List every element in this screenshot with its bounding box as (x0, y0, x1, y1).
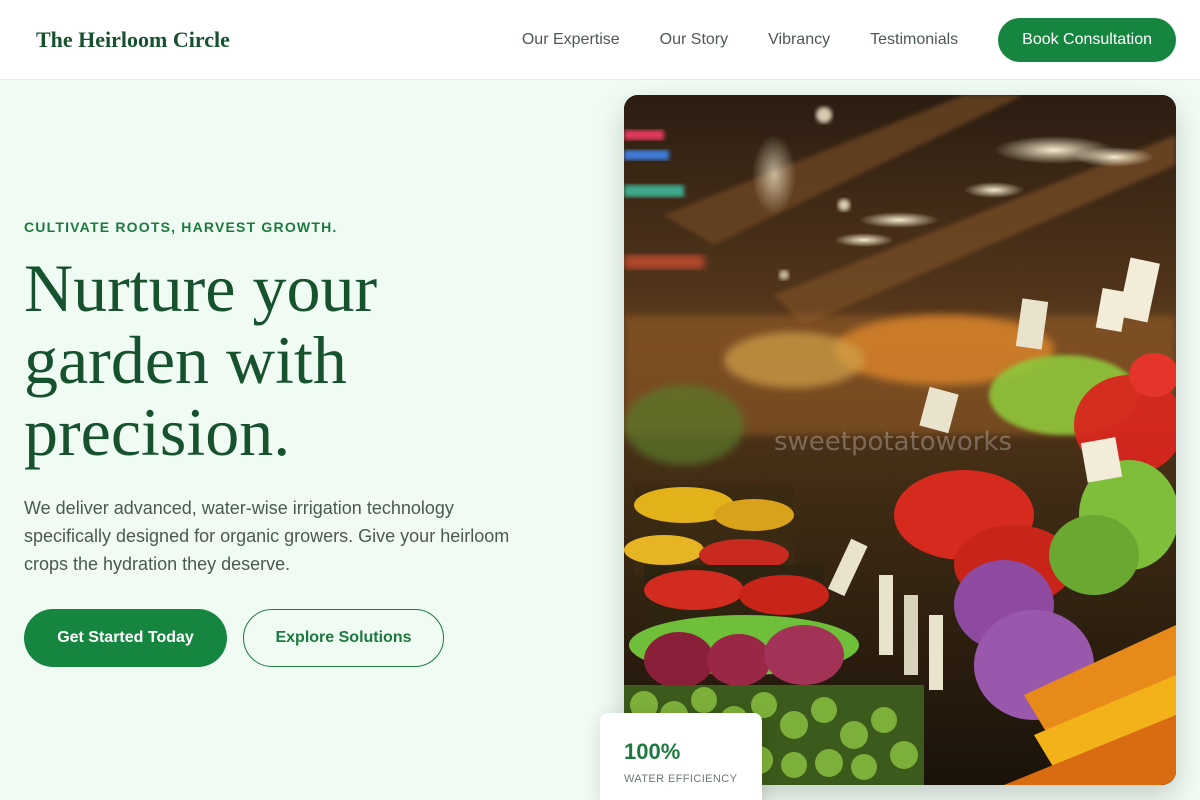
nav-link-expertise[interactable]: Our Expertise (522, 31, 620, 49)
main-nav: Our Expertise Our Story Vibrancy Testimo… (522, 17, 1176, 62)
nav-link-story[interactable]: Our Story (660, 31, 728, 49)
top-navbar: The Heirloom Circle Our Expertise Our St… (0, 0, 1200, 80)
nav-link-vibrancy[interactable]: Vibrancy (768, 31, 830, 49)
image-watermark: sweetpotatoworks (774, 427, 1012, 457)
market-produce-image: sweetpotatoworks (624, 95, 1176, 785)
nav-link-testimonials[interactable]: Testimonials (870, 31, 958, 49)
stat-label: WATER EFFICIENCY (624, 773, 738, 785)
get-started-button[interactable]: Get Started Today (24, 609, 227, 667)
brand-logo[interactable]: The Heirloom Circle (36, 27, 230, 53)
market-produce-illustration: sweetpotatoworks (624, 95, 1176, 785)
hero-headline: Nurture your garden with precision. (24, 250, 378, 470)
book-consultation-button[interactable]: Book Consultation (998, 17, 1176, 62)
explore-solutions-button[interactable]: Explore Solutions (243, 609, 444, 667)
hero-description: We deliver advanced, water-wise irrigati… (24, 498, 510, 574)
water-efficiency-card: 100% WATER EFFICIENCY (600, 713, 762, 800)
hero-eyebrow: CULTIVATE ROOTS, HARVEST GROWTH. (24, 219, 338, 235)
stat-value: 100% (624, 739, 681, 764)
